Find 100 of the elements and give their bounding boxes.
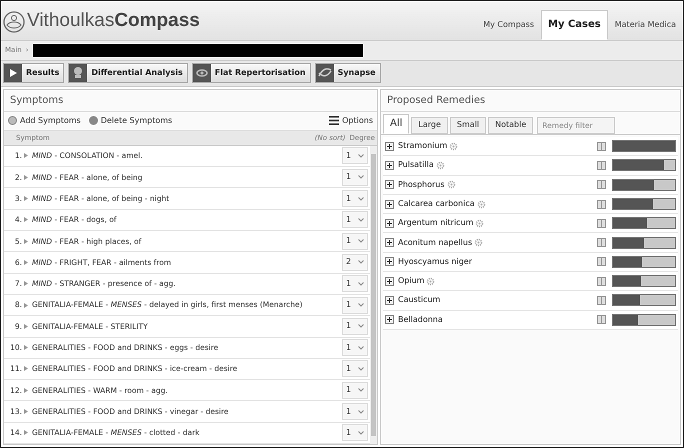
- score-bar: [612, 294, 676, 306]
- chevron-down-icon: [358, 324, 364, 328]
- degree-dropdown[interactable]: 1: [342, 296, 368, 314]
- expand-arrow-icon[interactable]: [24, 238, 28, 244]
- book-icon[interactable]: [597, 142, 606, 151]
- toolbar-button[interactable]: Differential Analysis: [68, 63, 188, 84]
- chevron-down-icon: [358, 366, 364, 371]
- expand-arrow-icon[interactable]: [24, 281, 28, 286]
- chevron-down-icon: [358, 388, 364, 392]
- nav-tab[interactable]: My Compass: [476, 10, 542, 40]
- expand-arrow-icon[interactable]: [24, 366, 28, 372]
- plus-circle-icon: [8, 116, 17, 126]
- chevron-down-icon: [358, 430, 364, 435]
- chevron-down-icon: [358, 239, 364, 244]
- degree-dropdown[interactable]: 1: [342, 403, 368, 420]
- book-icon[interactable]: [597, 200, 606, 208]
- degree-dropdown[interactable]: 1: [342, 190, 368, 208]
- remedy-name[interactable]: Hyoscyamus niger: [398, 256, 472, 268]
- expand-icon[interactable]: [385, 218, 394, 228]
- nav-tab[interactable]: My Cases: [541, 10, 608, 40]
- action-link[interactable]: Add Symptoms: [8, 114, 81, 127]
- book-icon[interactable]: [597, 315, 606, 324]
- remedy-name[interactable]: Stramonium: [398, 140, 448, 152]
- filter-tab[interactable]: Large: [411, 116, 448, 134]
- book-icon[interactable]: [597, 180, 606, 190]
- remedy-name[interactable]: Phosphorus: [398, 178, 445, 191]
- expand-arrow-icon[interactable]: [24, 174, 28, 180]
- expand-arrow-icon[interactable]: [24, 388, 28, 393]
- score-bar: [612, 275, 676, 288]
- remedy-name[interactable]: Causticum: [398, 294, 440, 306]
- score-bar: [612, 236, 676, 249]
- action-link[interactable]: Delete Symptoms: [88, 114, 172, 127]
- degree-dropdown[interactable]: 1: [342, 339, 368, 356]
- chevron-down-icon: [358, 218, 364, 222]
- chevron-down-icon: [358, 175, 364, 180]
- book-icon[interactable]: [597, 238, 606, 248]
- book-icon[interactable]: [597, 218, 606, 228]
- expand-arrow-icon[interactable]: [24, 324, 28, 329]
- expand-icon[interactable]: [385, 257, 394, 266]
- expand-icon[interactable]: [385, 160, 394, 170]
- remedy-name[interactable]: Pulsatilla: [398, 159, 434, 172]
- filter-tab[interactable]: Small: [450, 116, 486, 134]
- expand-arrow-icon[interactable]: [24, 302, 28, 308]
- book-icon[interactable]: [597, 276, 606, 286]
- expand-arrow-icon[interactable]: [24, 196, 28, 202]
- nav-tab[interactable]: Materia Medica: [608, 10, 683, 40]
- degree-dropdown[interactable]: 1: [342, 360, 368, 378]
- expand-arrow-icon[interactable]: [24, 409, 28, 414]
- expand-icon[interactable]: [385, 238, 394, 248]
- expand-arrow-icon[interactable]: [24, 260, 28, 265]
- chevron-down-icon: [358, 260, 364, 264]
- expand-icon[interactable]: [385, 315, 394, 324]
- score-bar: [612, 217, 676, 230]
- remedy-name[interactable]: Aconitum napellus: [398, 236, 472, 249]
- degree-dropdown[interactable]: 1: [342, 318, 368, 335]
- score-bar: [612, 140, 676, 152]
- toolbar-button[interactable]: Results: [3, 63, 64, 84]
- expand-arrow-icon[interactable]: [24, 345, 28, 350]
- expand-icon[interactable]: [385, 276, 394, 286]
- panel-title: Symptoms: [4, 90, 377, 112]
- expand-arrow-icon[interactable]: [24, 217, 28, 222]
- expand-icon[interactable]: [385, 296, 394, 305]
- book-icon[interactable]: [597, 257, 606, 266]
- expand-arrow-icon[interactable]: [24, 153, 28, 158]
- expand-arrow-icon[interactable]: [24, 430, 28, 436]
- degree-dropdown[interactable]: 1: [342, 382, 368, 399]
- chevron-down-icon: [358, 196, 364, 201]
- degree-dropdown[interactable]: 1: [342, 424, 368, 442]
- book-icon[interactable]: [597, 296, 606, 305]
- degree-dropdown[interactable]: 1: [342, 275, 368, 292]
- score-bar: [612, 159, 676, 172]
- degree-dropdown[interactable]: 2: [342, 254, 368, 271]
- chevron-down-icon: [358, 410, 364, 414]
- remedy-name[interactable]: Argentum nitricum: [398, 217, 474, 230]
- logo-text: VithoulkasCompass: [27, 9, 200, 34]
- book-icon[interactable]: [597, 160, 606, 170]
- degree-dropdown[interactable]: 1: [342, 147, 368, 164]
- expand-icon[interactable]: [385, 200, 394, 208]
- remedy-name[interactable]: Calcarea carbonica: [398, 198, 475, 210]
- degree-dropdown[interactable]: 1: [342, 211, 368, 228]
- remedy-name[interactable]: Belladonna: [398, 314, 443, 326]
- score-bar: [612, 314, 676, 326]
- chevron-down-icon: [358, 282, 364, 286]
- expand-icon[interactable]: [385, 142, 394, 151]
- chevron-down-icon: [358, 303, 364, 308]
- minus-circle-icon: [88, 116, 98, 126]
- filter-tab[interactable]: All: [383, 114, 410, 134]
- filter-tab[interactable]: Notable: [488, 116, 534, 134]
- degree-dropdown[interactable]: 1: [342, 168, 368, 186]
- options-button[interactable]: Options: [329, 114, 373, 127]
- chevron-down-icon: [358, 346, 364, 350]
- score-bar: [612, 198, 676, 210]
- remedy-name[interactable]: Opium: [398, 275, 424, 288]
- degree-dropdown[interactable]: 1: [342, 232, 368, 250]
- scrollbar[interactable]: [370, 146, 377, 444]
- toolbar-button[interactable]: Synapse: [314, 63, 381, 84]
- score-bar: [612, 178, 676, 191]
- toolbar-button[interactable]: Flat Repertorisation: [192, 63, 311, 84]
- expand-icon[interactable]: [385, 180, 394, 190]
- logo-icon: [3, 10, 25, 33]
